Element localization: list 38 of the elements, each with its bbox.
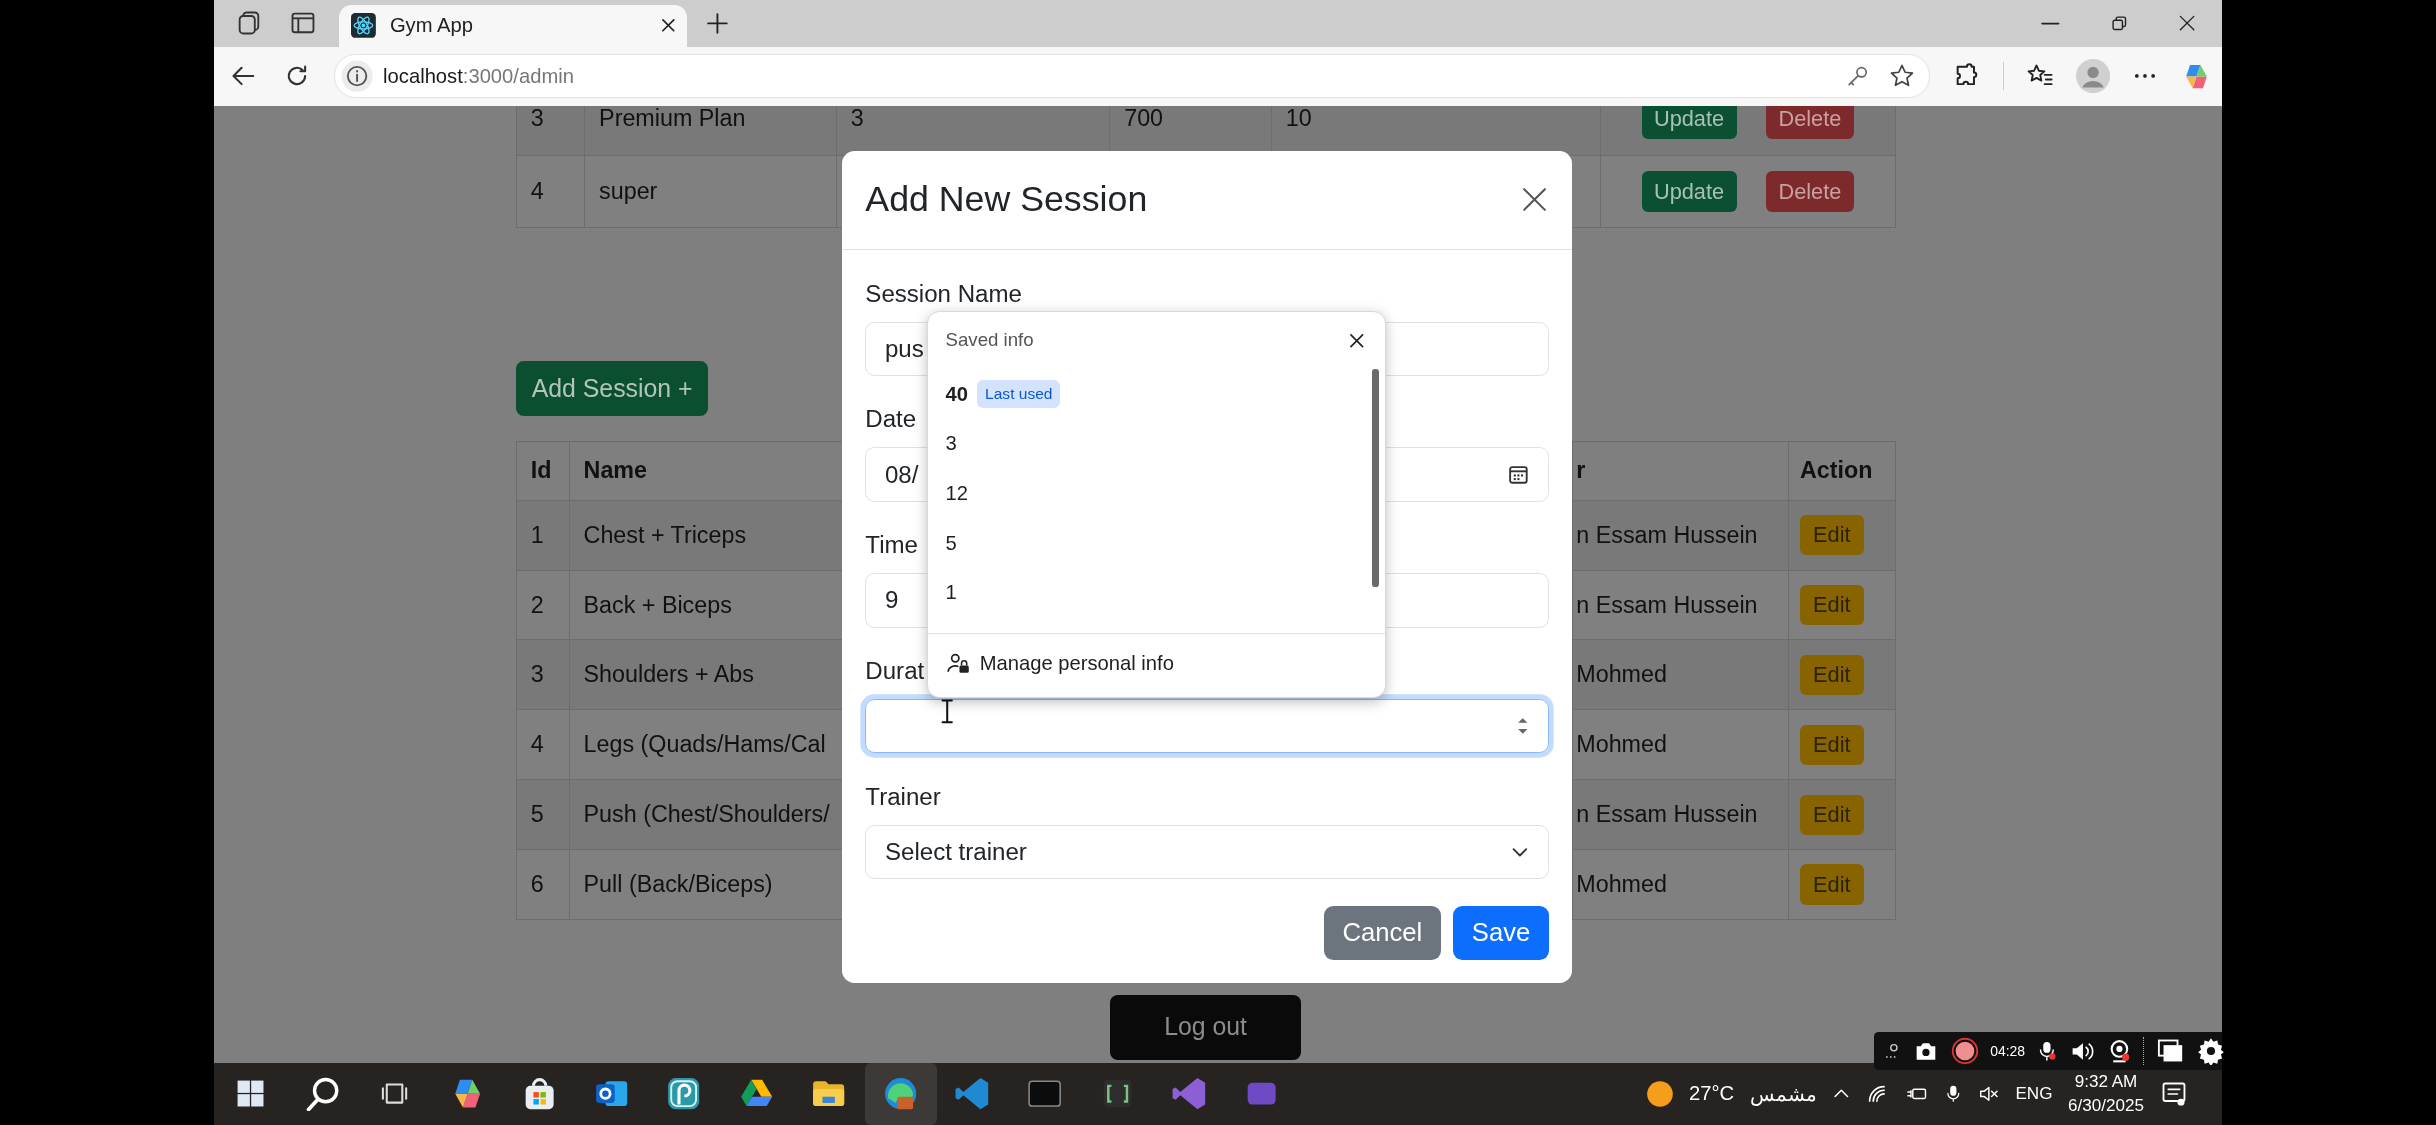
table-cell: Mohmed bbox=[1572, 849, 1789, 920]
table-cell: n Essam Hussein bbox=[1572, 779, 1789, 850]
table-cell: Legs (Quads/Hams/Cal bbox=[569, 709, 843, 780]
table-cell: Mohmed bbox=[1572, 709, 1789, 780]
field-label: Durat bbox=[865, 656, 925, 686]
table-cell: 6 bbox=[516, 849, 570, 920]
column-header: r bbox=[1572, 441, 1789, 501]
field-label: Date bbox=[865, 404, 917, 435]
column-header: Action bbox=[1788, 441, 1896, 501]
table-cell: 3 bbox=[516, 639, 570, 710]
table-cell: n Essam Hussein bbox=[1572, 570, 1789, 640]
weather-condition-text: مشمس bbox=[1749, 1081, 1817, 1106]
table-cell: 2 bbox=[516, 570, 570, 640]
column-header: Name bbox=[569, 441, 843, 501]
table-cell: 5 bbox=[516, 779, 570, 850]
table-cell: Premium Plan bbox=[584, 105, 837, 156]
popup-title: Saved info bbox=[945, 329, 1034, 352]
column-header: Id bbox=[516, 441, 570, 501]
table-cell: Push (Chest/Shoulders/ bbox=[569, 779, 843, 850]
table-cell: 3 bbox=[516, 105, 585, 156]
table-cell: Mohmed bbox=[1572, 639, 1789, 710]
table-cell: 4 bbox=[516, 709, 570, 780]
table-cell: Chest + Triceps bbox=[569, 500, 843, 571]
modal-title: Add New Session bbox=[865, 179, 1149, 221]
table-cell: super bbox=[584, 155, 837, 228]
table-cell: 1 bbox=[516, 500, 570, 571]
recording-time: 04:28 bbox=[1990, 1043, 2026, 1059]
table-cell: Back + Biceps bbox=[569, 570, 843, 640]
field-label: Trainer bbox=[865, 781, 941, 812]
table-cell: Pull (Back/Biceps) bbox=[569, 849, 843, 920]
field-label: Time bbox=[865, 530, 918, 561]
table-cell: n Essam Hussein bbox=[1572, 500, 1789, 571]
last-used-badge: Last used bbox=[977, 380, 1061, 408]
table-cell: 4 bbox=[516, 155, 585, 228]
temperature-text: 27°C bbox=[1689, 1082, 1735, 1106]
table-cell: Shoulders + Abs bbox=[569, 639, 843, 710]
url-text: localhost:3000/admin bbox=[383, 64, 575, 88]
field-label: Session Name bbox=[865, 278, 1022, 309]
